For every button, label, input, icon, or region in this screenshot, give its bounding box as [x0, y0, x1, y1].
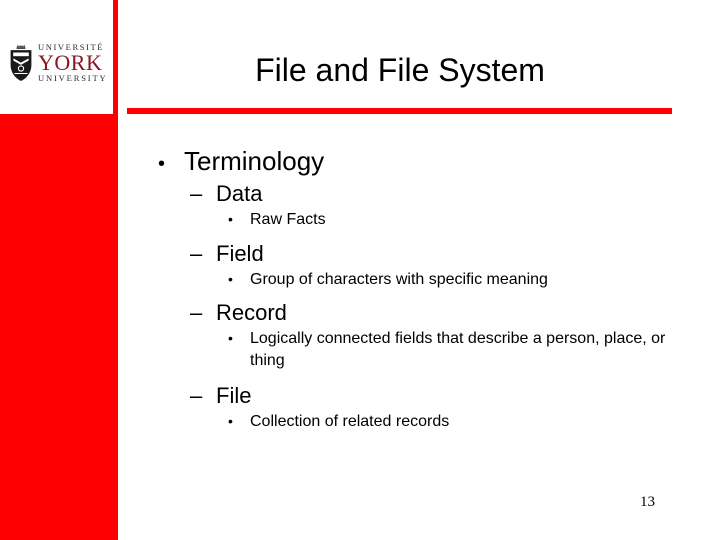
logo-wordmark: UNIVERSITÉ YORK UNIVERSITY [38, 43, 108, 82]
slide: UNIVERSITÉ YORK UNIVERSITY File and File… [0, 0, 720, 540]
bullet-text: Field [216, 240, 264, 266]
bullet-marker-icon: • [228, 270, 233, 287]
dash-marker-icon: – [190, 240, 203, 266]
logo-line-university: UNIVERSITY [38, 73, 108, 84]
slide-title: File and File System [255, 52, 545, 88]
dash-marker-icon: – [190, 383, 203, 409]
bullet-marker-icon: • [228, 413, 233, 430]
bullet-level1-terminology: • Terminology [158, 146, 680, 177]
bullet-text: Terminology [184, 146, 325, 176]
bullet-marker-icon: • [228, 211, 233, 227]
bullet-level2-field: – Field [190, 241, 680, 267]
bullet-marker-icon: • [158, 153, 166, 175]
left-accent-block [0, 114, 118, 540]
bullet-level3-field-definition: • Group of characters with specific mean… [228, 269, 680, 291]
bullet-text: Raw Facts [250, 211, 326, 228]
slide-number: 13 [640, 494, 655, 510]
title-underline-rule [127, 108, 672, 114]
bullet-level3-record-definition: • Logically connected fields that descri… [228, 328, 680, 371]
bullet-marker-icon: • [228, 330, 233, 347]
york-university-logo: UNIVERSITÉ YORK UNIVERSITY [8, 36, 113, 90]
slide-body: • Terminology – Data • Raw Facts – Field… [140, 146, 680, 435]
bullet-level3-file-definition: • Collection of related records [228, 411, 680, 433]
bullet-text: Record [216, 300, 287, 326]
bullet-level3-raw-facts: • Raw Facts [228, 209, 680, 231]
bullet-level2-record: – Record [190, 300, 680, 326]
bullet-level2-file: – File [190, 383, 680, 409]
bullet-text: Collection of related records [250, 413, 450, 431]
logo-line-york: YORK [38, 49, 103, 75]
york-university-crest-icon [8, 43, 34, 83]
dash-marker-icon: – [190, 181, 203, 206]
bullet-text: Data [216, 181, 263, 206]
dash-marker-icon: – [190, 300, 203, 326]
bullet-level2-data: – Data [190, 181, 680, 207]
bullet-text: Logically connected fields that describe… [250, 330, 666, 369]
bullet-text: Group of characters with specific meanin… [250, 270, 548, 288]
bullet-text: File [216, 383, 252, 409]
